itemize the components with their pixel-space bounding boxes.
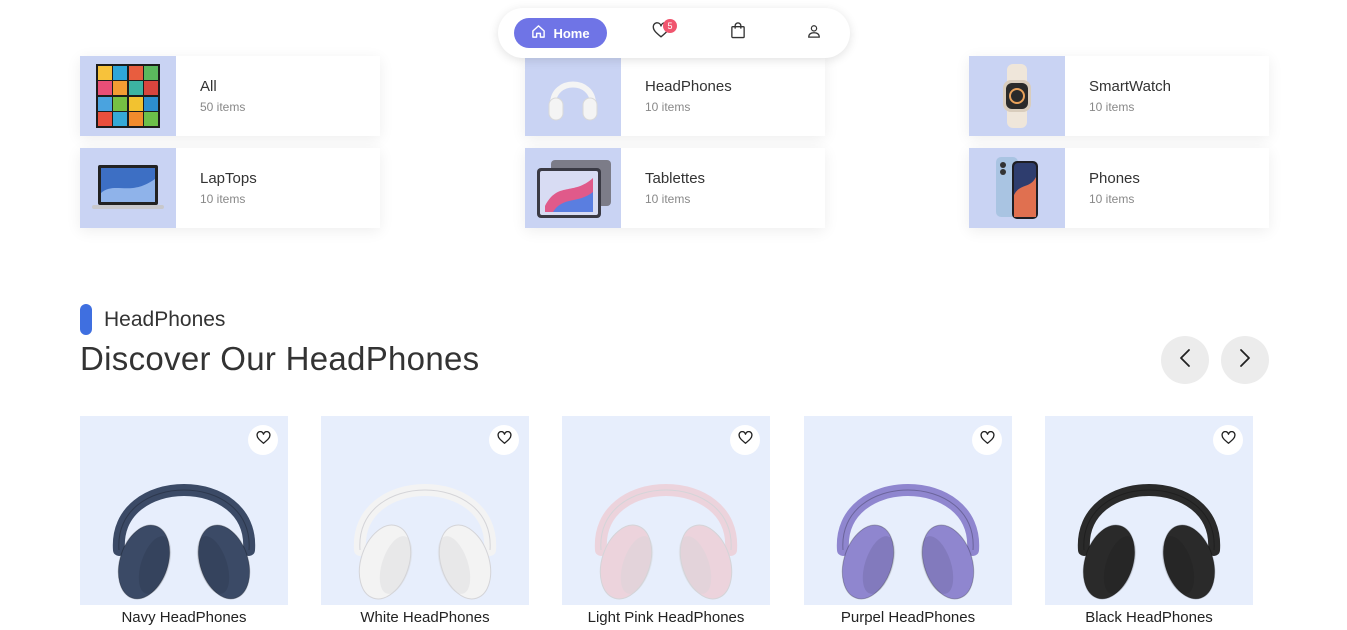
category-name: HeadPhones xyxy=(645,78,732,95)
nav-wishlist-button[interactable]: 5 xyxy=(651,19,677,43)
top-nav: Home 5 xyxy=(498,8,850,58)
product-card[interactable]: Navy HeadPhones xyxy=(80,416,288,630)
category-name: SmartWatch xyxy=(1089,78,1171,95)
category-count: 10 items xyxy=(1089,100,1135,114)
category-thumb-phones xyxy=(969,148,1065,228)
product-image xyxy=(321,416,529,605)
wishlist-toggle-button[interactable] xyxy=(730,425,760,455)
headphones-icon xyxy=(353,484,497,600)
product-name: Black HeadPhones xyxy=(1045,605,1253,630)
heart-icon xyxy=(255,430,271,450)
nav-profile-button[interactable] xyxy=(804,23,824,43)
devices-grid-icon xyxy=(96,64,160,128)
nav-cart-button[interactable] xyxy=(728,22,748,44)
section-accent-bar xyxy=(80,304,92,335)
nav-home-label: Home xyxy=(553,25,590,41)
category-count: 10 items xyxy=(645,192,691,206)
laptop-icon xyxy=(92,165,164,209)
headphones-icon xyxy=(548,81,598,121)
wishlist-toggle-button[interactable] xyxy=(248,425,278,455)
product-name: Navy HeadPhones xyxy=(80,605,288,630)
category-card-phones[interactable]: Phones 10 items xyxy=(969,148,1269,228)
chevron-left-icon xyxy=(1178,348,1192,373)
category-thumb-all xyxy=(80,56,176,136)
category-name: All xyxy=(200,78,217,95)
product-card[interactable]: Light Pink HeadPhones xyxy=(562,416,770,630)
category-count: 10 items xyxy=(200,192,246,206)
wishlist-count-badge: 5 xyxy=(663,19,677,33)
category-thumb-tablets xyxy=(525,148,621,228)
smartwatch-icon xyxy=(1003,64,1031,128)
category-name: Phones xyxy=(1089,170,1140,187)
heart-icon xyxy=(496,430,512,450)
headphones-icon xyxy=(836,484,980,600)
section-title: Discover Our HeadPhones xyxy=(80,340,480,377)
tablet-icon xyxy=(537,160,611,218)
category-name: LapTops xyxy=(200,170,257,187)
home-icon xyxy=(531,24,546,42)
product-name: Purpel HeadPhones xyxy=(804,605,1012,630)
wishlist-toggle-button[interactable] xyxy=(489,425,519,455)
product-card[interactable]: Black HeadPhones xyxy=(1045,416,1253,630)
product-image xyxy=(562,416,770,605)
category-card-tablets[interactable]: Tablettes 10 items xyxy=(525,148,825,228)
user-icon xyxy=(807,24,821,43)
category-card-laptops[interactable]: LapTops 10 items xyxy=(80,148,380,228)
category-thumb-headphones xyxy=(525,56,621,136)
wishlist-toggle-button[interactable] xyxy=(1213,425,1243,455)
wishlist-toggle-button[interactable] xyxy=(972,425,1002,455)
category-thumb-laptops xyxy=(80,148,176,228)
heart-icon xyxy=(979,430,995,450)
category-count: 10 items xyxy=(1089,192,1135,206)
category-count: 10 items xyxy=(645,100,691,114)
shopping-bag-icon xyxy=(730,22,746,44)
nav-home-button[interactable]: Home xyxy=(514,18,607,48)
category-card-all[interactable]: All 50 items xyxy=(80,56,380,136)
section-label: HeadPhones xyxy=(104,308,226,331)
headphones-icon xyxy=(112,484,256,600)
chevron-right-icon xyxy=(1238,348,1252,373)
product-card[interactable]: White HeadPhones xyxy=(321,416,529,630)
carousel-next-button[interactable] xyxy=(1221,336,1269,384)
category-card-smartwatch[interactable]: SmartWatch 10 items xyxy=(969,56,1269,136)
product-card[interactable]: Purpel HeadPhones xyxy=(804,416,1012,630)
category-card-headphones[interactable]: HeadPhones 10 items xyxy=(525,56,825,136)
heart-icon xyxy=(1220,430,1236,450)
phone-icon xyxy=(996,157,1038,219)
heart-icon xyxy=(737,430,753,450)
category-name: Tablettes xyxy=(645,170,706,187)
product-image xyxy=(804,416,1012,605)
category-count: 50 items xyxy=(200,100,246,114)
headphones-icon xyxy=(594,484,738,600)
carousel-prev-button[interactable] xyxy=(1161,336,1209,384)
product-image xyxy=(80,416,288,605)
category-thumb-smartwatch xyxy=(969,56,1065,136)
product-image xyxy=(1045,416,1253,605)
product-name: Light Pink HeadPhones xyxy=(562,605,770,630)
headphones-icon xyxy=(1077,484,1221,600)
product-name: White HeadPhones xyxy=(321,605,529,630)
